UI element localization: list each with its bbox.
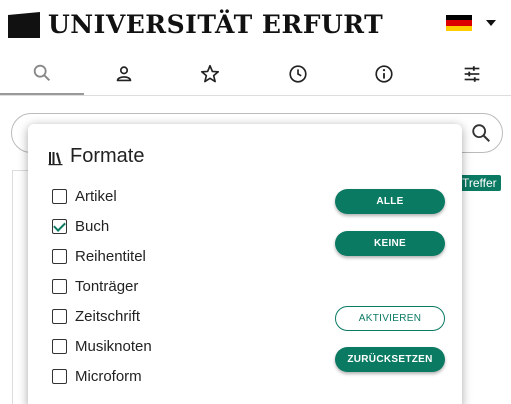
- option-label: Artikel: [75, 187, 117, 205]
- option-label: Tonträger: [75, 277, 139, 295]
- checkbox-checked[interactable]: [52, 218, 67, 234]
- german-flag-icon: [446, 15, 472, 31]
- format-option-buch[interactable]: Buch: [52, 216, 252, 236]
- checkbox[interactable]: [52, 278, 67, 294]
- format-option-zeitschrift[interactable]: Zeitschrift: [52, 306, 252, 326]
- university-logo[interactable]: [8, 12, 40, 38]
- format-option-musiknoten[interactable]: Musiknoten: [52, 336, 252, 356]
- option-label: Musiknoten: [75, 337, 152, 355]
- option-label: Reihentitel: [75, 247, 146, 265]
- format-option-reihentitel[interactable]: Reihentitel: [52, 246, 252, 266]
- tab-favorites[interactable]: [168, 52, 252, 95]
- clock-icon: [289, 64, 307, 83]
- activate-button[interactable]: AKTIVIEREN: [335, 306, 445, 331]
- checkbox[interactable]: [52, 188, 67, 204]
- option-label: Zeitschrift: [75, 307, 141, 325]
- reset-button[interactable]: ZURÜCKSETZEN: [335, 347, 445, 372]
- dialog-title: Formate: [70, 145, 145, 167]
- library-books-icon: [48, 152, 63, 166]
- main-nav: [0, 52, 511, 96]
- format-option-artikel[interactable]: Artikel: [52, 186, 252, 206]
- format-option-microform[interactable]: Microform: [52, 366, 252, 386]
- sliders-icon: [464, 65, 480, 82]
- search-submit-icon[interactable]: [470, 122, 492, 144]
- university-name[interactable]: UNIVERSITÄT ERFURT: [48, 10, 383, 39]
- checkbox[interactable]: [52, 308, 67, 324]
- tab-info[interactable]: [342, 52, 426, 95]
- results-count-badge: Treffer: [458, 175, 501, 191]
- language-selector[interactable]: [446, 14, 500, 32]
- option-label: Buch: [75, 217, 110, 235]
- checkbox[interactable]: [52, 368, 67, 384]
- select-none-button[interactable]: KEINE: [335, 231, 445, 256]
- checkbox[interactable]: [52, 338, 67, 354]
- star-icon: [200, 64, 220, 82]
- option-label: Microform: [75, 367, 142, 385]
- select-all-button[interactable]: ALLE: [335, 189, 445, 214]
- search-icon: [33, 64, 51, 81]
- format-option-tontraeger[interactable]: Tonträger: [52, 276, 252, 296]
- person-icon: [116, 65, 132, 81]
- checkbox[interactable]: [52, 248, 67, 264]
- chevron-down-icon: [486, 20, 496, 26]
- info-icon: [375, 64, 393, 83]
- tab-history[interactable]: [256, 52, 340, 95]
- tab-account[interactable]: [82, 52, 166, 95]
- formats-filter-dialog: Formate Artikel Buch Reihentitel Tonträg…: [28, 124, 462, 404]
- tab-search[interactable]: [0, 52, 84, 95]
- tab-settings[interactable]: [430, 52, 511, 95]
- header: UNIVERSITÄT ERFURT: [0, 0, 511, 50]
